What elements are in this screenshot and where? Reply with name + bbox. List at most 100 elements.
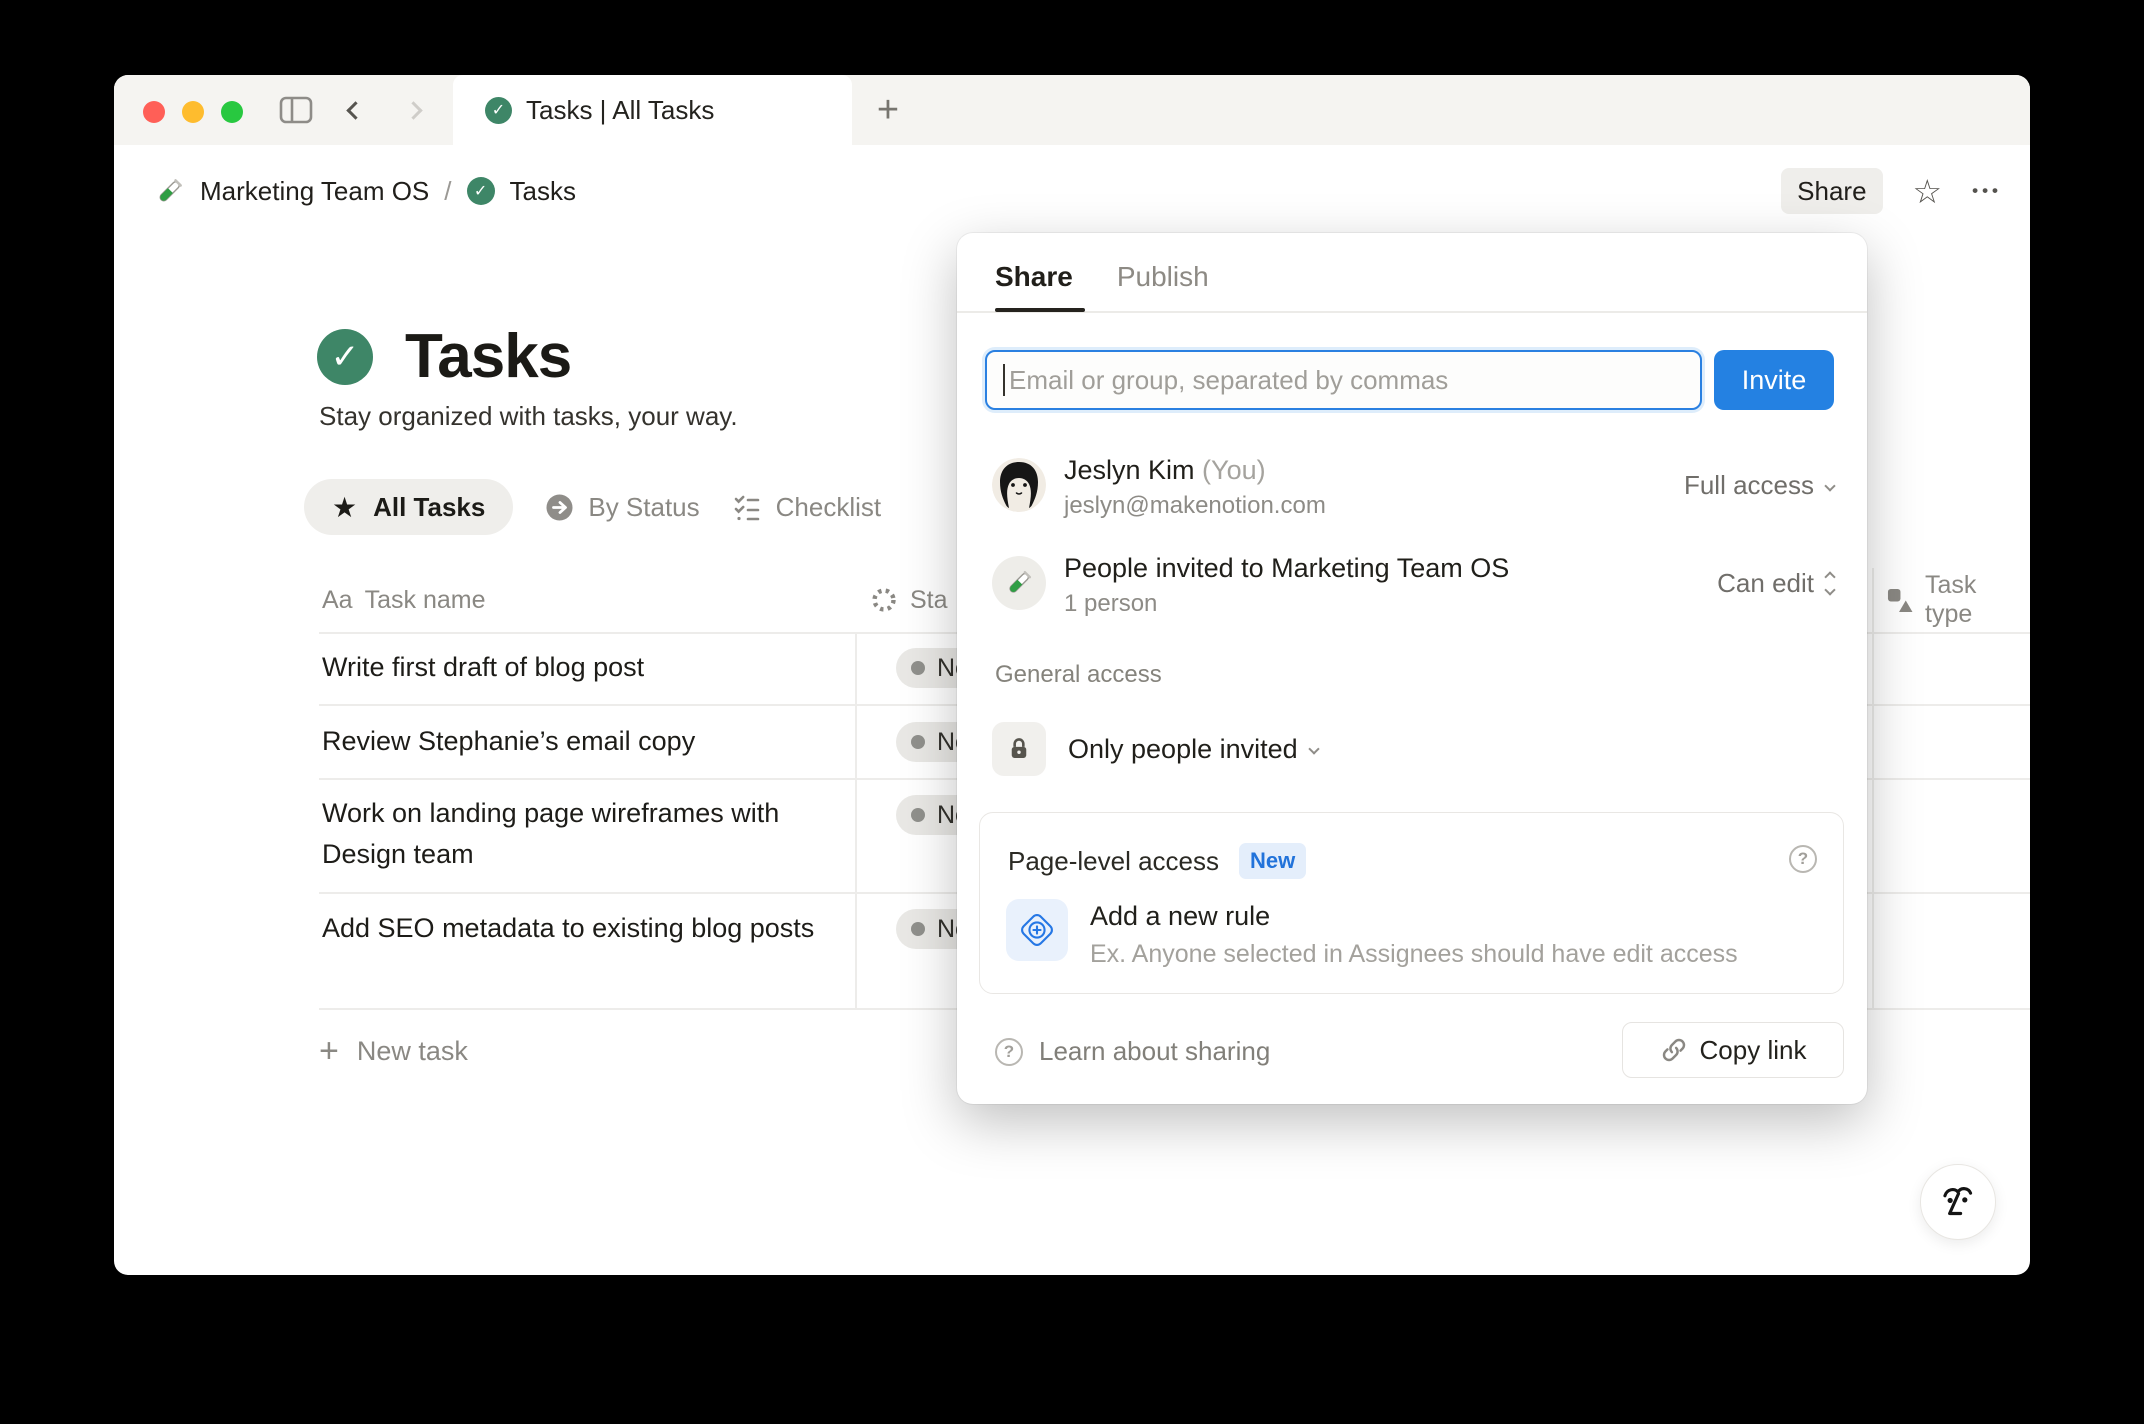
member-row[interactable]: People invited to Marketing Team OS 1 pe… (957, 550, 1867, 626)
column-label: Task type (1925, 571, 2030, 629)
column-divider (855, 632, 857, 1008)
arrow-circle-icon (545, 493, 574, 522)
view-tab-by-status[interactable]: By Status (545, 492, 699, 523)
input-placeholder: Email or group, separated by commas (1009, 365, 1448, 396)
column-divider (1872, 568, 1874, 1008)
chevron-down-icon (1824, 480, 1835, 491)
task-name-cell[interactable]: Review Stephanie’s email copy (322, 721, 842, 762)
member-row[interactable]: Jeslyn Kim (You) jeslyn@makenotion.com F… (957, 452, 1867, 528)
learn-about-sharing-link[interactable]: ? Learn about sharing (995, 1036, 1270, 1067)
breadcrumb-workspace[interactable]: Marketing Team OS (200, 176, 429, 207)
tab-title: Tasks | All Tasks (526, 95, 714, 126)
breadcrumb-page[interactable]: Tasks (510, 176, 576, 207)
member-you-suffix: (You) (1202, 455, 1266, 485)
status-dot-icon (911, 661, 925, 675)
task-name-cell[interactable]: Add SEO metadata to existing blog posts (322, 908, 842, 949)
star-icon: ★ (332, 491, 357, 524)
diamond-plus-icon (1006, 899, 1068, 961)
topbar: Marketing Team OS / ✓ Tasks Share ☆ ••• (114, 145, 2030, 237)
share-popover: Share Publish Email or group, separated … (957, 233, 1867, 1104)
workspace-testtube-icon (154, 176, 185, 207)
notion-ai-button[interactable] (1920, 1164, 1996, 1240)
help-icon: ? (995, 1038, 1023, 1066)
app-window: ✓ Tasks | All Tasks + Marketing Team OS … (114, 75, 2030, 1275)
forward-icon[interactable] (391, 75, 435, 145)
chevron-down-icon (1308, 743, 1319, 754)
access-level-value: Can edit (1717, 568, 1814, 599)
member-name: Jeslyn Kim (1064, 455, 1195, 485)
column-header-status[interactable]: Sta (870, 568, 948, 632)
status-spinner-icon (870, 586, 898, 614)
new-badge: New (1239, 843, 1306, 879)
traffic-light-minimize[interactable] (182, 101, 204, 123)
view-tabs: ★ All Tasks By Status Checklist (304, 479, 881, 535)
link-icon (1660, 1036, 1688, 1064)
active-tab-underline (995, 308, 1085, 312)
popover-tab-share[interactable]: Share (995, 261, 1073, 293)
new-tab-button[interactable]: + (866, 75, 910, 145)
tab-tasks-all-tasks[interactable]: ✓ Tasks | All Tasks (453, 75, 852, 145)
new-task-button[interactable]: + New task (319, 1032, 468, 1071)
add-rule-button[interactable]: Add a new rule Ex. Anyone selected in As… (1006, 899, 1738, 969)
share-button[interactable]: Share (1781, 168, 1882, 214)
member-email: jeslyn@makenotion.com (1064, 492, 1326, 520)
new-task-label: New task (357, 1036, 468, 1067)
traffic-light-close[interactable] (143, 101, 165, 123)
column-label: Task name (365, 586, 486, 615)
general-access-label: General access (995, 661, 1162, 689)
breadcrumb: Marketing Team OS / ✓ Tasks (154, 176, 576, 207)
tab-favicon-check-icon: ✓ (485, 97, 512, 124)
invite-button[interactable]: Invite (1714, 350, 1834, 410)
sidebar-toggle-icon[interactable] (274, 75, 318, 145)
breadcrumb-separator: / (444, 176, 451, 207)
page-subtitle[interactable]: Stay organized with tasks, your way. (319, 401, 738, 432)
status-dot-icon (911, 735, 925, 749)
page-title[interactable]: Tasks (405, 321, 571, 392)
help-icon[interactable]: ? (1789, 845, 1817, 873)
access-level-dropdown[interactable]: Can edit (1717, 568, 1834, 599)
chevron-updown-icon (1826, 573, 1834, 594)
text-property-icon: Aa (322, 586, 353, 615)
tab-bar: ✓ Tasks | All Tasks + (114, 75, 2030, 145)
general-access-dropdown[interactable]: Only people invited (992, 722, 1318, 776)
invite-email-input[interactable]: Email or group, separated by commas (985, 350, 1702, 410)
ai-face-icon (1935, 1179, 1981, 1225)
add-rule-description: Ex. Anyone selected in Assignees should … (1090, 940, 1738, 969)
page-level-access-card: Page-level access New ? Add a new rule E… (979, 812, 1844, 994)
task-name-cell[interactable]: Write first draft of blog post (322, 647, 842, 688)
general-access-value: Only people invited (1068, 734, 1298, 765)
column-header-task-type[interactable]: Task type (1886, 568, 2030, 632)
back-icon[interactable] (333, 75, 377, 145)
favorite-star-icon[interactable]: ☆ (1913, 172, 1943, 211)
workspace-testtube-icon (992, 556, 1046, 610)
shapes-icon (1886, 588, 1913, 613)
task-name-cell[interactable]: Work on landing page wireframes with Des… (322, 793, 842, 875)
divider (957, 311, 1867, 313)
learn-label: Learn about sharing (1039, 1036, 1270, 1067)
column-header-task-name[interactable]: Aa Task name (322, 568, 485, 632)
group-count: 1 person (1064, 590, 1157, 618)
avatar (992, 458, 1046, 512)
page-title-check-icon[interactable]: ✓ (317, 329, 373, 385)
access-level-dropdown[interactable]: Full access (1684, 470, 1834, 501)
breadcrumb-page-check-icon: ✓ (467, 177, 495, 205)
copy-link-button[interactable]: Copy link (1622, 1022, 1844, 1078)
status-dot-icon (911, 922, 925, 936)
access-level-value: Full access (1684, 470, 1814, 501)
more-options-icon[interactable]: ••• (1972, 181, 2002, 201)
traffic-light-zoom[interactable] (221, 101, 243, 123)
view-label: By Status (588, 492, 699, 523)
lock-icon (992, 722, 1046, 776)
view-tab-all-tasks[interactable]: ★ All Tasks (304, 479, 513, 535)
add-rule-title: Add a new rule (1090, 901, 1738, 932)
page-level-access-title: Page-level access (1008, 846, 1219, 877)
checklist-icon (732, 492, 762, 522)
status-dot-icon (911, 808, 925, 822)
view-label: All Tasks (373, 492, 485, 523)
plus-icon: + (319, 1032, 339, 1071)
view-label: Checklist (776, 492, 881, 523)
view-tab-checklist[interactable]: Checklist (732, 492, 881, 523)
popover-tab-publish[interactable]: Publish (1117, 261, 1209, 293)
group-name: People invited to Marketing Team OS (1064, 553, 1509, 584)
text-caret (1003, 364, 1005, 396)
